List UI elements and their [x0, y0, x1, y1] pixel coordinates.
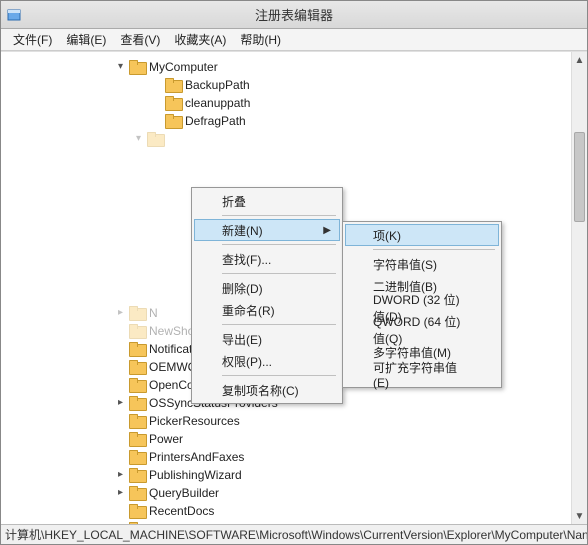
context-menu-item[interactable]: 折叠 [194, 190, 340, 212]
folder-icon [129, 450, 145, 464]
tree-item[interactable]: ▸ QueryBuilder [1, 484, 587, 502]
context-menu-item[interactable]: 删除(D) [194, 277, 340, 299]
tree-item[interactable]: ▾ [1, 130, 587, 148]
folder-icon [129, 432, 145, 446]
submenu-item[interactable]: 字符串值(S) [345, 253, 499, 275]
menu-item-label: 查找(F)... [222, 251, 271, 268]
folder-icon [129, 360, 145, 374]
folder-icon [129, 60, 145, 74]
context-menu-item[interactable]: 新建(N) ▶ [194, 219, 340, 241]
folder-icon [129, 378, 145, 392]
context-menu-item[interactable]: 权限(P)... [194, 350, 340, 372]
submenu-item[interactable]: QWORD (64 位)值(Q) [345, 319, 499, 341]
context-menu[interactable]: 折叠新建(N) ▶ 查找(F)... 删除(D) 重命名(R) 导出(E) 权限(P)...… [191, 187, 343, 404]
tree-item-label: OEMWC [149, 358, 196, 376]
tree-item-label: QueryBuilder [149, 484, 219, 502]
menu-item-label: 权限(P)... [222, 353, 272, 370]
menu-separator [222, 215, 336, 216]
tree-item-label: MyComputer [149, 58, 218, 76]
tree-item[interactable]: ▸PickerResources [1, 412, 587, 430]
folder-icon [129, 396, 145, 410]
folder-icon [129, 324, 145, 338]
menu-item-label: 新建(N) [222, 222, 263, 239]
folder-icon [129, 306, 145, 320]
scroll-up-button[interactable]: ▲ [572, 52, 587, 68]
tree-item[interactable]: ▸DefragPath [1, 112, 587, 130]
tree-item-label: N [149, 304, 158, 322]
folder-icon [165, 78, 181, 92]
tree-item[interactable]: ▸ PublishingWizard [1, 466, 587, 484]
tree-item-label: BackupPath [185, 76, 250, 94]
tree-item-label: PublishingWizard [149, 466, 242, 484]
context-submenu-new[interactable]: 项(K)字符串值(S)二进制值(B)DWORD (32 位)值(D)QWORD … [342, 221, 502, 388]
registry-editor-window: 注册表编辑器 文件(F) 编辑(E) 查看(V) 收藏夹(A) 帮助(H) ▾ M… [0, 0, 588, 545]
tree-item-label: cleanuppath [185, 94, 250, 112]
submenu-item[interactable]: 可扩充字符串值(E) [345, 363, 499, 385]
folder-icon [147, 132, 163, 146]
menu-help[interactable]: 帮助(H) [234, 29, 287, 50]
statusbar: 计算机\HKEY_LOCAL_MACHINE\SOFTWARE\Microsof… [1, 524, 587, 544]
menu-item-label: 删除(D) [222, 280, 263, 297]
menu-item-label: 折叠 [222, 193, 246, 210]
tree-item[interactable]: ▾ MyComputer [1, 58, 587, 76]
menu-favorites[interactable]: 收藏夹(A) [168, 29, 232, 50]
collapse-icon[interactable]: ▾ [133, 134, 144, 145]
folder-icon [129, 504, 145, 518]
menubar: 文件(F) 编辑(E) 查看(V) 收藏夹(A) 帮助(H) [1, 29, 587, 51]
folder-icon [165, 96, 181, 110]
folder-icon [129, 486, 145, 500]
titlebar[interactable]: 注册表编辑器 [1, 1, 587, 29]
submenu-item[interactable]: 项(K) [345, 224, 499, 246]
context-menu-item[interactable]: 复制项名称(C) [194, 379, 340, 401]
folder-icon [129, 522, 145, 524]
submenu-arrow-icon: ▶ [323, 225, 331, 236]
window-title: 注册表编辑器 [255, 5, 333, 24]
tree-item-label: DefragPath [185, 112, 246, 130]
tree-item[interactable]: ▸BackupPath [1, 76, 587, 94]
scroll-down-button[interactable]: ▼ [572, 508, 587, 524]
menu-separator [222, 324, 336, 325]
app-icon [7, 8, 21, 22]
statusbar-path: 计算机\HKEY_LOCAL_MACHINE\SOFTWARE\Microsof… [5, 526, 587, 543]
menu-item-label: 导出(E) [222, 331, 262, 348]
menu-item-label: 复制项名称(C) [222, 382, 299, 399]
context-menu-item[interactable]: 重命名(R) [194, 299, 340, 321]
menu-file[interactable]: 文件(F) [7, 29, 58, 50]
scroll-thumb[interactable] [574, 132, 585, 222]
menu-view[interactable]: 查看(V) [114, 29, 166, 50]
menu-item-label: 可扩充字符串值(E) [373, 359, 471, 390]
collapse-icon[interactable]: ▾ [115, 62, 126, 73]
tree-item[interactable]: ▸ RemoteComputer [1, 520, 587, 524]
expand-icon[interactable]: ▸ [115, 398, 126, 409]
menu-separator [222, 244, 336, 245]
tree-item[interactable]: ▸RecentDocs [1, 502, 587, 520]
folder-icon [129, 414, 145, 428]
menu-item-label: 项(K) [373, 227, 401, 244]
tree-item[interactable]: ▸cleanuppath [1, 94, 587, 112]
content-area: ▾MyComputer▸BackupPath▸cleanuppath▸Defra… [1, 51, 587, 524]
folder-icon [129, 468, 145, 482]
expand-icon[interactable]: ▸ [115, 308, 126, 319]
context-menu-item[interactable]: 查找(F)... [194, 248, 340, 270]
folder-icon [129, 342, 145, 356]
folder-icon [165, 114, 181, 128]
vertical-scrollbar[interactable]: ▲ ▼ [571, 52, 587, 524]
context-menu-item[interactable]: 导出(E) [194, 328, 340, 350]
tree-item-label: PrintersAndFaxes [149, 448, 244, 466]
menu-separator [222, 273, 336, 274]
menu-item-label: 重命名(R) [222, 302, 275, 319]
menu-separator [222, 375, 336, 376]
tree-item-label: RecentDocs [149, 502, 214, 520]
expand-icon[interactable]: ▸ [115, 488, 126, 499]
expand-icon[interactable]: ▸ [115, 470, 126, 481]
menu-separator [373, 249, 495, 250]
tree-item-label: Power [149, 430, 183, 448]
tree-item-label: RemoteComputer [149, 520, 244, 524]
menu-item-label: 字符串值(S) [373, 256, 437, 273]
tree-item[interactable]: ▸PrintersAndFaxes [1, 448, 587, 466]
menu-edit[interactable]: 编辑(E) [60, 29, 112, 50]
tree-item[interactable]: ▸Power [1, 430, 587, 448]
expand-icon[interactable]: ▸ [115, 524, 126, 525]
tree-item-label: PickerResources [149, 412, 240, 430]
